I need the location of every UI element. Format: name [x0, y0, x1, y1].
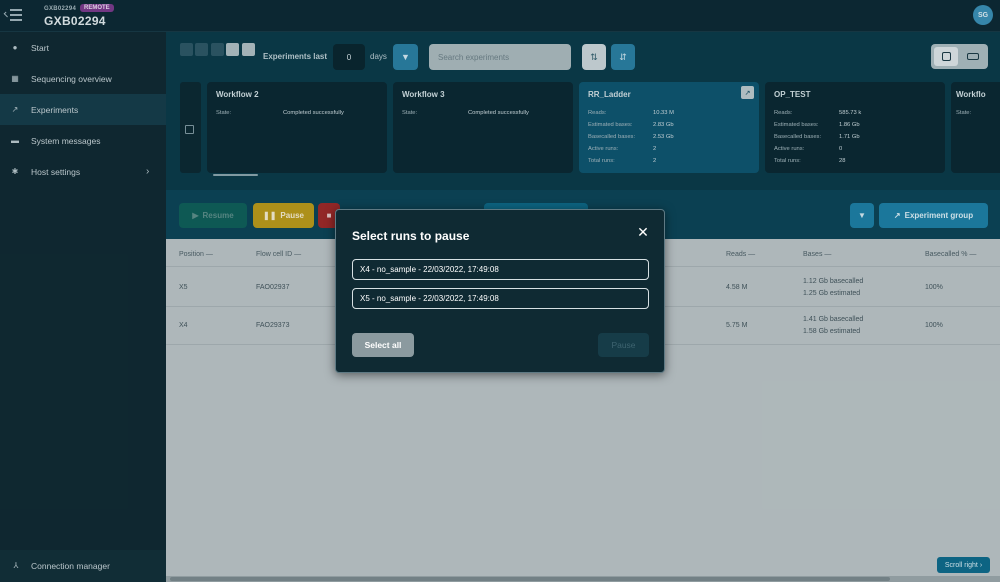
pause-runs-dialog: Select runs to pause ✕ X4 - no_sample - … — [335, 209, 665, 373]
select-all-button[interactable]: Select all — [352, 333, 414, 357]
dialog-title: Select runs to pause — [352, 229, 470, 243]
close-icon[interactable]: ✕ — [635, 224, 651, 240]
pause-button[interactable]: Pause — [598, 333, 649, 357]
run-option-x4[interactable]: X4 - no_sample - 22/03/2022, 17:49:08 — [352, 259, 649, 280]
run-option-x5[interactable]: X5 - no_sample - 22/03/2022, 17:49:08 — [352, 288, 649, 309]
